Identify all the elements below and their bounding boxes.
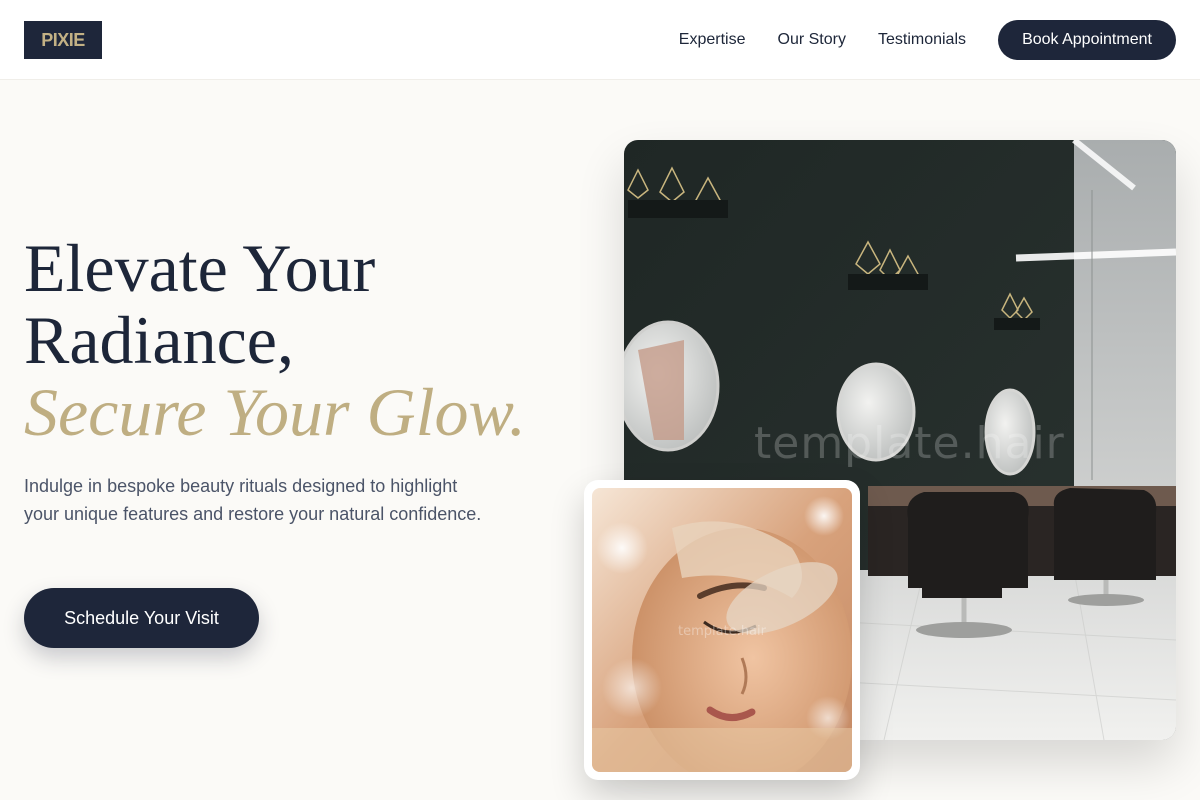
salon-watermark: template.hair xyxy=(754,418,1065,469)
hero-subtitle: Indulge in bespoke beauty rituals design… xyxy=(24,476,482,524)
face-closeup-image: template.hair xyxy=(592,488,852,772)
book-appointment-button[interactable]: Book Appointment xyxy=(998,20,1176,60)
hero-title: Elevate Your Radiance, Secure Your Glow. xyxy=(24,232,526,448)
hero-title-accent: Secure Your Glow. xyxy=(24,374,526,450)
hero-title-line-2: Radiance, xyxy=(24,302,294,378)
main-nav: Expertise Our Story Testimonials Book Ap… xyxy=(679,20,1176,60)
nav-link-expertise[interactable]: Expertise xyxy=(679,31,746,49)
nav-link-our-story[interactable]: Our Story xyxy=(778,31,846,49)
face-watermark: template.hair xyxy=(678,624,766,639)
nav-link-testimonials[interactable]: Testimonials xyxy=(878,31,966,49)
face-closeup-card: template.hair xyxy=(584,480,860,780)
site-header: PIXIE Expertise Our Story Testimonials B… xyxy=(0,0,1200,80)
brand-logo[interactable]: PIXIE xyxy=(24,21,102,59)
hero-title-line-1: Elevate Your xyxy=(24,230,376,306)
schedule-visit-button[interactable]: Schedule Your Visit xyxy=(24,588,259,648)
